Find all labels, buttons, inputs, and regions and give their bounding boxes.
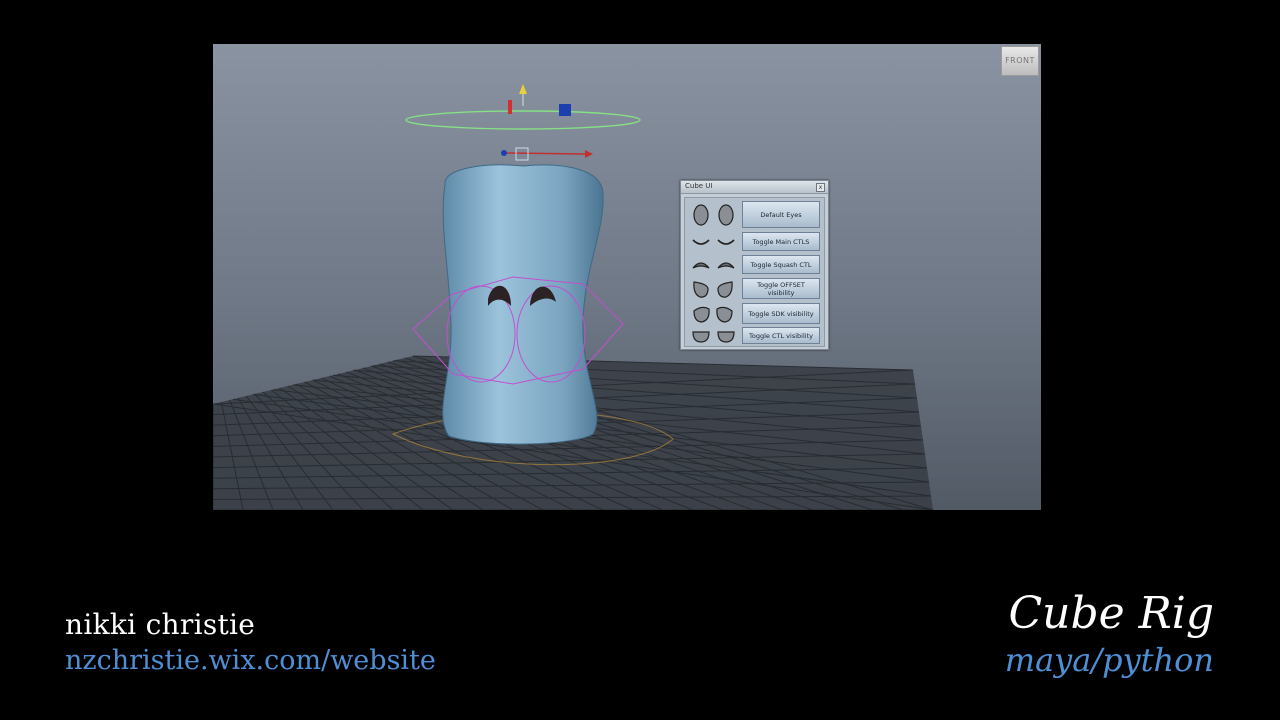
viewport-scene xyxy=(213,84,934,510)
author-name: nikki christie xyxy=(65,608,256,641)
toggle-offset-visibility-button[interactable]: Toggle OFFSET visibility xyxy=(742,278,820,299)
website-link[interactable]: nzchristie.wix.com/website xyxy=(65,645,436,676)
oval-eye-icon[interactable] xyxy=(685,200,741,229)
toggle-squash-ctl-button[interactable]: Toggle Squash CTL xyxy=(742,255,820,274)
cube-ui-title: Cube UI xyxy=(685,182,713,190)
closed-eye-icon[interactable] xyxy=(685,232,741,252)
viewcube[interactable]: FRONT xyxy=(1001,46,1039,76)
sad-eye-icon[interactable] xyxy=(685,303,741,325)
manipulator-red-handle xyxy=(508,100,512,114)
eye-row-default: Default Eyes xyxy=(685,200,824,229)
cube-mesh xyxy=(442,164,604,445)
droop-eye-icon[interactable] xyxy=(685,278,741,300)
toggle-sdk-visibility-button[interactable]: Toggle SDK visibility xyxy=(742,303,820,324)
eye-row-main: Toggle Main CTLS xyxy=(685,232,824,252)
top-control-circle xyxy=(405,110,641,130)
close-icon[interactable]: x xyxy=(816,183,825,192)
toggle-ctl-visibility-button[interactable]: Toggle CTL visibility xyxy=(742,327,820,344)
credits: nikki christie nzchristie.wix.com/websit… xyxy=(65,608,436,676)
eye-row-offset: Toggle OFFSET visibility xyxy=(685,278,824,300)
cube-ui-body: Default Eyes Toggle Main CTLS Toggle Squ… xyxy=(684,197,825,347)
manipulator-yellow-arrow xyxy=(519,84,527,94)
manipulator-blue-handle xyxy=(559,104,571,116)
arched-eye-icon[interactable] xyxy=(685,255,741,275)
video-title: Cube Rig xyxy=(1008,588,1214,639)
maya-viewport[interactable]: FRONT Cube UI x Default Eyes Toggle Main… xyxy=(213,44,1041,510)
cube-ui-window: Cube UI x Default Eyes Toggle Main CTLS xyxy=(680,180,829,350)
eye-row-ctl: Toggle CTL visibility xyxy=(685,327,824,345)
toggle-main-ctls-button[interactable]: Toggle Main CTLS xyxy=(742,232,820,251)
default-eyes-button[interactable]: Default Eyes xyxy=(742,201,820,228)
cube-ui-titlebar[interactable]: Cube UI x xyxy=(681,181,828,194)
video-subtitle: maya/python xyxy=(1004,641,1214,679)
half-eye-icon[interactable] xyxy=(685,327,741,345)
eye-row-sdk: Toggle SDK visibility xyxy=(685,303,824,325)
eye-row-squash: Toggle Squash CTL xyxy=(685,255,824,275)
brand: Cube Rig maya/python xyxy=(1005,588,1214,679)
